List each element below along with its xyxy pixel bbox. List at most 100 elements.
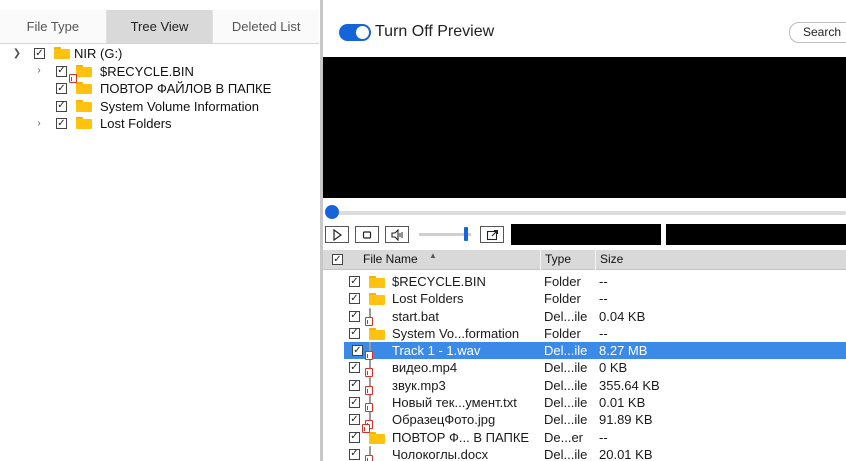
- tree-item-label: $RECYCLE.BIN: [100, 63, 194, 79]
- table-row[interactable]: ✓ Чолокоглы.docx Del...ile 20.01 KB: [323, 445, 846, 461]
- popout-button[interactable]: [480, 226, 504, 243]
- file-name-cell: Новый тек...умент.txt: [392, 395, 517, 411]
- file-size-cell: --: [599, 429, 608, 445]
- table-row[interactable]: ✓ звук.mp3 Del...ile 355.64 KB: [323, 376, 846, 395]
- file-name-cell: Lost Folders: [392, 291, 464, 307]
- row-checkbox[interactable]: ✓: [349, 362, 360, 374]
- folder-icon: [76, 117, 92, 130]
- tree-checkbox[interactable]: ✓: [56, 100, 67, 112]
- tree-item-recycle-bin[interactable]: › ✓ $RECYCLE.BIN: [0, 63, 320, 81]
- file-name-cell: $RECYCLE.BIN: [392, 274, 486, 289]
- tree-item-lost-folders[interactable]: › ✓ Lost Folders: [0, 115, 320, 133]
- file-table-header: ✓ File Name ▲ Type Size: [323, 250, 846, 270]
- row-checkbox[interactable]: ✓: [349, 293, 360, 305]
- file-type-cell: Folder: [544, 274, 581, 289]
- file-type-cell: Del...ile: [544, 360, 588, 376]
- play-icon: [333, 228, 343, 241]
- file-size-cell: 8.27 MB: [599, 343, 648, 359]
- file-type-cell: Del...ile: [544, 395, 588, 411]
- table-row[interactable]: ✓ видео.mp4 Del...ile 0 KB: [323, 359, 846, 378]
- folder-icon: [54, 47, 70, 60]
- preview-toggle-label: Turn Off Preview: [375, 23, 495, 40]
- seek-thumb[interactable]: [325, 205, 339, 219]
- file-name-cell: System Vo...formation: [392, 325, 520, 341]
- file-type-cell: Folder: [544, 291, 581, 307]
- file-size-cell: 0.04 KB: [599, 308, 646, 324]
- tab-deleted-list[interactable]: Deleted List: [213, 10, 320, 43]
- file-type-cell: Del...ile: [544, 446, 588, 461]
- preview-toggle[interactable]: [339, 24, 371, 41]
- left-pane: File Type Tree View Deleted List ❯ ✓ NIR…: [0, 0, 321, 461]
- chevron-right-icon[interactable]: ›: [34, 65, 44, 77]
- row-checkbox[interactable]: ✓: [349, 379, 360, 391]
- folder-tree: ❯ ✓ NIR (G:) › ✓ $RECYCLE.BIN ✓ ПОВТОР Ф…: [0, 45, 320, 133]
- table-row[interactable]: ✓ Новый тек...умент.txt Del...ile 0.01 KB: [323, 394, 846, 413]
- tab-tree-view[interactable]: Tree View: [106, 10, 214, 43]
- row-checkbox[interactable]: ✓: [349, 448, 360, 460]
- row-checkbox[interactable]: ✓: [352, 345, 363, 357]
- file-name-cell: ПОВТОР Ф... В ПАПКЕ: [392, 429, 530, 445]
- row-checkbox[interactable]: ✓: [349, 397, 360, 409]
- tree-item-povtor[interactable]: ✓ ПОВТОР ФАЙЛОВ В ПАПКЕ: [0, 74, 320, 98]
- tree-checkbox[interactable]: ✓: [56, 83, 67, 94]
- table-row[interactable]: ✓ $RECYCLE.BIN Folder --: [323, 273, 846, 290]
- table-row[interactable]: ✓ ПОВТОР Ф... В ПАПКЕ De...er --: [323, 423, 846, 446]
- search-button[interactable]: Search: [789, 22, 846, 43]
- column-divider[interactable]: [540, 250, 541, 270]
- speaker-icon: [391, 228, 403, 241]
- time-display-total: [666, 224, 846, 245]
- file-size-cell: --: [599, 325, 608, 341]
- column-header-type[interactable]: Type: [545, 250, 571, 270]
- volume-thumb[interactable]: [464, 227, 469, 241]
- table-row[interactable]: ✓ System Vo...formation Folder --: [323, 325, 846, 342]
- table-row[interactable]: ✓ ОбразецФото.jpg Del...ile 91.89 KB: [323, 411, 846, 430]
- file-name-cell: видео.mp4: [392, 360, 458, 376]
- tree-item-label: Lost Folders: [100, 116, 172, 131]
- tree-item-label: System Volume Information: [100, 98, 259, 114]
- tree-checkbox[interactable]: ✓: [34, 48, 45, 59]
- file-type-cell: Del...ile: [544, 412, 588, 428]
- tree-item-system-volume[interactable]: ✓ System Volume Information: [0, 98, 320, 116]
- file-name-cell: звук.mp3: [392, 377, 446, 393]
- column-divider[interactable]: [595, 250, 596, 270]
- file-type-cell: Del...ile: [544, 343, 588, 359]
- deleted-file-icon: [365, 376, 373, 395]
- row-checkbox[interactable]: ✓: [349, 310, 360, 322]
- column-header-size[interactable]: Size: [600, 250, 623, 270]
- folder-icon: [76, 100, 92, 113]
- volume-track[interactable]: [419, 233, 471, 236]
- popout-icon: [486, 229, 498, 240]
- table-row[interactable]: ✓ Track 1 - 1.wav Del...ile 8.27 MB: [344, 342, 846, 361]
- deleted-file-icon: [365, 445, 373, 461]
- chevron-down-icon[interactable]: ❯: [12, 47, 22, 59]
- table-row[interactable]: ✓ Lost Folders Folder --: [323, 290, 846, 307]
- deleted-folder-icon: [69, 74, 92, 95]
- tree-checkbox[interactable]: ✓: [56, 118, 67, 129]
- file-size-cell: --: [599, 291, 608, 307]
- tab-file-type[interactable]: File Type: [0, 10, 107, 43]
- seek-track[interactable]: [331, 211, 846, 215]
- stop-button[interactable]: [355, 226, 379, 243]
- deleted-file-icon: [365, 359, 373, 378]
- table-row[interactable]: ✓ start.bat Del...ile 0.04 KB: [323, 307, 846, 326]
- row-checkbox[interactable]: ✓: [349, 414, 360, 426]
- row-checkbox[interactable]: ✓: [349, 431, 360, 443]
- chevron-right-icon[interactable]: ›: [34, 117, 44, 129]
- folder-icon: [76, 65, 92, 78]
- tree-item-root[interactable]: ❯ ✓ NIR (G:): [0, 45, 320, 63]
- file-size-cell: 0.01 KB: [599, 395, 646, 411]
- select-all-checkbox[interactable]: ✓: [332, 254, 343, 265]
- row-checkbox[interactable]: ✓: [349, 276, 360, 287]
- volume-button[interactable]: [385, 226, 409, 243]
- file-name-cell: ОбразецФото.jpg: [392, 412, 496, 428]
- column-header-file-name[interactable]: File Name: [363, 250, 418, 270]
- file-name-cell: Чолокоглы.docx: [392, 446, 489, 461]
- file-size-cell: 91.89 KB: [599, 412, 653, 428]
- view-tabs: File Type Tree View Deleted List: [0, 10, 320, 44]
- stop-icon: [362, 230, 372, 239]
- file-name-cell: start.bat: [392, 308, 439, 324]
- tree-checkbox[interactable]: ✓: [56, 65, 67, 77]
- play-button[interactable]: [325, 226, 349, 243]
- deleted-file-icon: [365, 342, 373, 361]
- row-checkbox[interactable]: ✓: [349, 327, 360, 339]
